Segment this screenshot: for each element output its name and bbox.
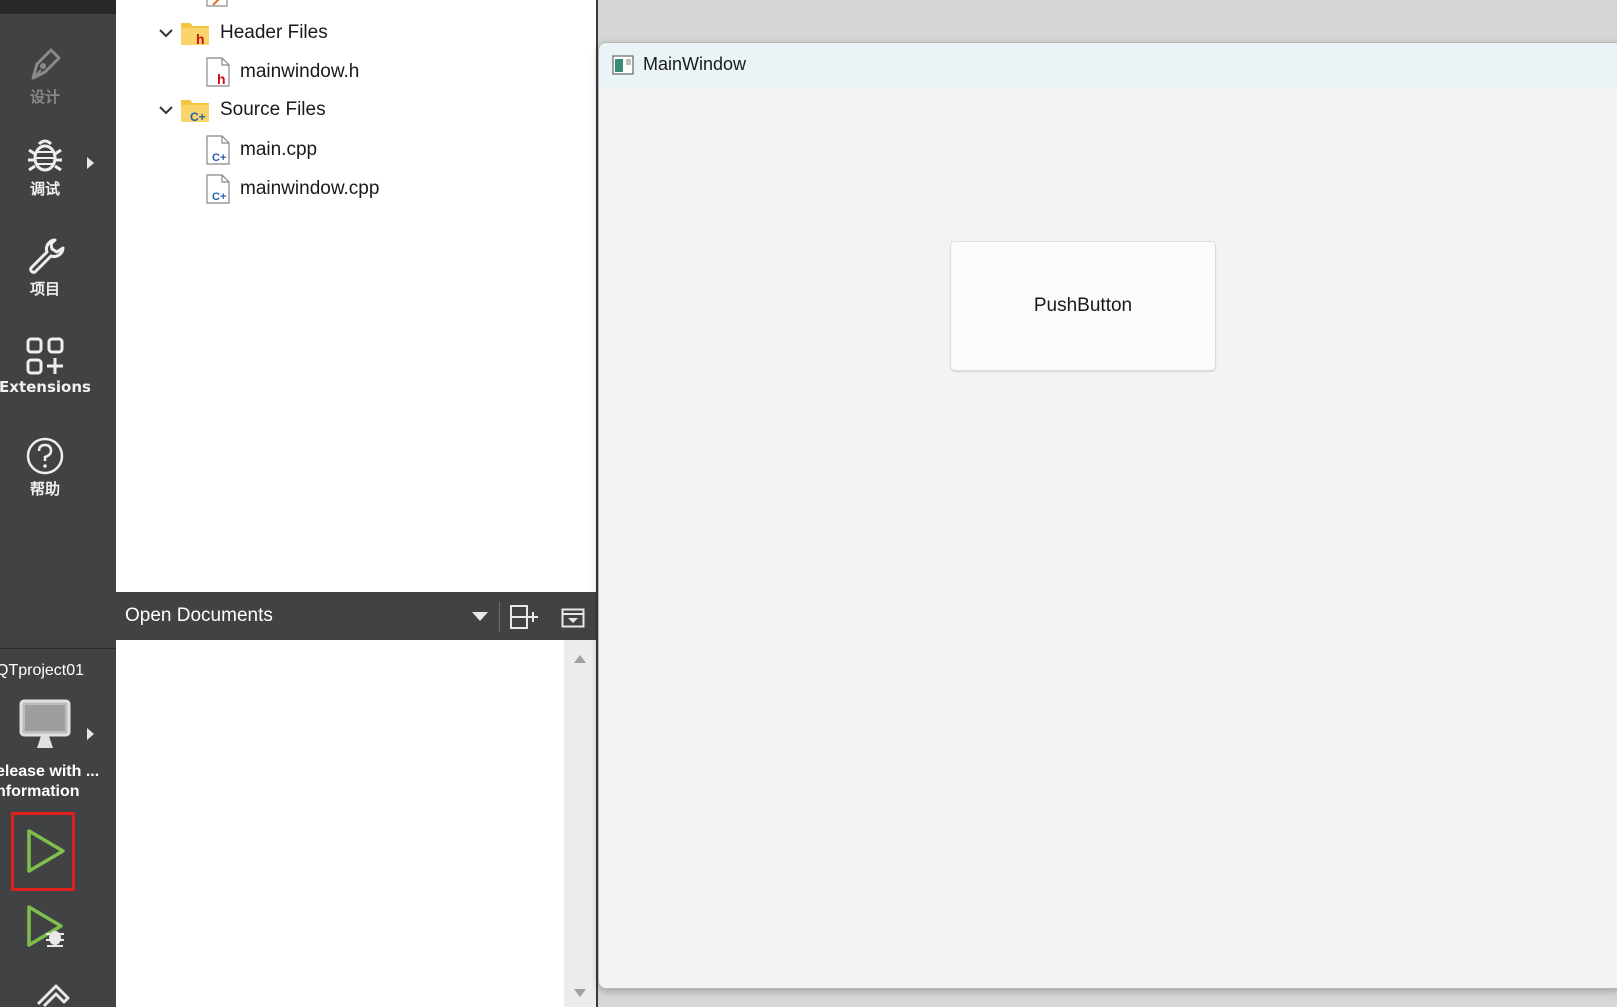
scroll-down-arrow-icon[interactable]: [574, 989, 586, 997]
open-documents-title: Open Documents: [125, 605, 273, 626]
mode-edit-partial[interactable]: [0, 0, 116, 14]
mode-extensions[interactable]: Extensions: [0, 336, 92, 396]
mode-debug-label: 调试: [29, 180, 60, 198]
bug-icon: [28, 139, 62, 172]
open-documents-header: Open Documents: [116, 592, 596, 640]
tree-label: main.cpp: [240, 139, 318, 160]
tree-label: Source Files: [220, 99, 326, 120]
window-app-icon: [612, 55, 634, 75]
mode-design-label: 设计: [29, 88, 60, 106]
split-view-icon[interactable]: [509, 603, 539, 631]
tree-label: Header Files: [220, 22, 328, 43]
push-button[interactable]: PushButton: [950, 241, 1216, 371]
debug-run-icon[interactable]: [24, 902, 70, 952]
mode-help[interactable]: 帮助: [0, 436, 90, 499]
header-divider: [499, 602, 500, 632]
svg-text:C+: C+: [190, 110, 206, 124]
monitor-icon[interactable]: [19, 698, 71, 750]
project-tree: h Header Files h mainwindow.h C+ Source …: [116, 0, 596, 592]
svg-text:h: h: [196, 31, 205, 47]
open-documents-list[interactable]: [116, 640, 564, 1007]
tree-label: mainwindow.cpp: [240, 178, 380, 199]
tree-folder-source-files[interactable]: C+ Source Files: [156, 94, 326, 126]
window-titlebar[interactable]: MainWindow: [599, 43, 1617, 87]
main-window: MainWindow PushButton: [598, 42, 1617, 989]
tree-file-mainwindow-h[interactable]: h mainwindow.h: [206, 56, 359, 88]
tree-file-main-cpp[interactable]: C+ main.cpp: [206, 134, 317, 166]
run-icon[interactable]: [24, 826, 68, 876]
mode-extensions-label: Extensions: [0, 378, 91, 396]
mode-debug[interactable]: 调试: [0, 136, 90, 199]
chevron-down-icon[interactable]: [156, 100, 176, 120]
chevron-down-icon[interactable]: [156, 23, 176, 43]
view-dropdown-icon[interactable]: [472, 612, 488, 621]
svg-text:C+: C+: [212, 191, 226, 203]
cpp-file-icon: C+: [206, 135, 230, 165]
kit-expand-arrow-icon[interactable]: [87, 728, 94, 740]
kit-project-name[interactable]: QTproject01: [0, 662, 116, 680]
build-hammer-icon[interactable]: [34, 982, 74, 1007]
mode-projects[interactable]: 项目: [0, 236, 90, 299]
wrench-icon: [29, 238, 65, 274]
kit-build-config-line1: elease with ...: [0, 763, 100, 780]
svg-text:h: h: [217, 71, 226, 87]
open-documents-scrollbar[interactable]: [564, 640, 596, 1007]
collapse-panel-icon[interactable]: [561, 608, 585, 628]
pen-icon: [31, 48, 61, 80]
help-icon: [26, 437, 64, 475]
window-title: MainWindow: [643, 54, 747, 74]
file-icon-partial: [206, 0, 228, 7]
header-folder-icon: h: [181, 23, 209, 47]
mode-bar-separator: [0, 648, 116, 649]
header-file-icon: h: [206, 57, 230, 87]
debug-expand-arrow-icon[interactable]: [87, 157, 94, 169]
mode-design[interactable]: 设计: [0, 44, 90, 107]
mode-selector-bar: 设计 调试 项目 Extensions 帮助 QTproject01 eleas…: [0, 0, 116, 1007]
tree-folder-header-files[interactable]: h Header Files: [156, 17, 328, 49]
tree-label: mainwindow.h: [240, 61, 360, 82]
tree-file-mainwindow-cpp[interactable]: C+ mainwindow.cpp: [206, 173, 379, 205]
mode-help-label: 帮助: [29, 480, 60, 498]
svg-text:C+: C+: [212, 152, 226, 164]
mode-projects-label: 项目: [29, 280, 60, 298]
kit-build-config-line2: nformation: [0, 783, 80, 800]
cpp-file-icon: C+: [206, 174, 230, 204]
source-folder-icon: C+: [181, 100, 209, 124]
scroll-up-arrow-icon[interactable]: [574, 655, 586, 663]
extensions-icon: [26, 337, 64, 375]
